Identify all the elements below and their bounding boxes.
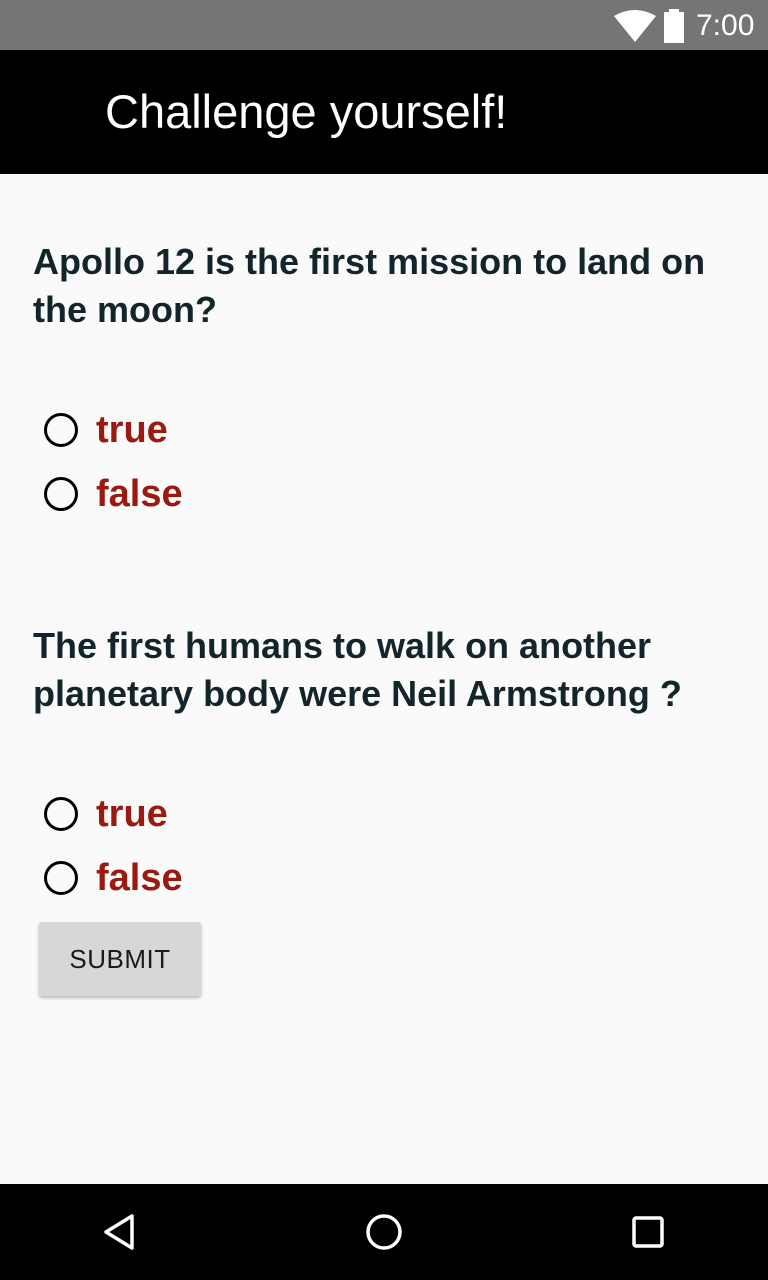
radio-button[interactable]	[44, 477, 78, 511]
app-bar: Challenge yourself!	[0, 50, 768, 174]
radio-button[interactable]	[44, 861, 78, 895]
status-bar: 7:00	[0, 0, 768, 50]
status-time: 7:00	[696, 9, 755, 42]
question-1-option-false[interactable]: false	[44, 472, 183, 516]
option-label[interactable]: true	[96, 792, 168, 836]
navigation-bar	[0, 1184, 768, 1280]
question-1-text: Apollo 12 is the first mission to land o…	[33, 241, 706, 330]
quiz-content: Apollo 12 is the first mission to land o…	[0, 174, 768, 1184]
question-2-option-true[interactable]: true	[44, 792, 168, 836]
back-icon[interactable]	[96, 1208, 144, 1256]
submit-button[interactable]: SUBMIT	[39, 922, 201, 996]
app-title: Challenge yourself!	[105, 85, 508, 138]
home-icon[interactable]	[360, 1208, 408, 1256]
radio-button[interactable]	[44, 413, 78, 447]
battery-icon	[664, 9, 684, 43]
question-2-text: The first humans to walk on another plan…	[33, 625, 682, 714]
radio-button[interactable]	[44, 797, 78, 831]
option-label[interactable]: true	[96, 408, 168, 452]
option-label[interactable]: false	[96, 472, 183, 516]
option-label[interactable]: false	[96, 856, 183, 900]
question-1-option-true[interactable]: true	[44, 408, 168, 452]
recents-icon[interactable]	[624, 1208, 672, 1256]
wifi-icon	[614, 10, 656, 42]
question-2-option-false[interactable]: false	[44, 856, 183, 900]
